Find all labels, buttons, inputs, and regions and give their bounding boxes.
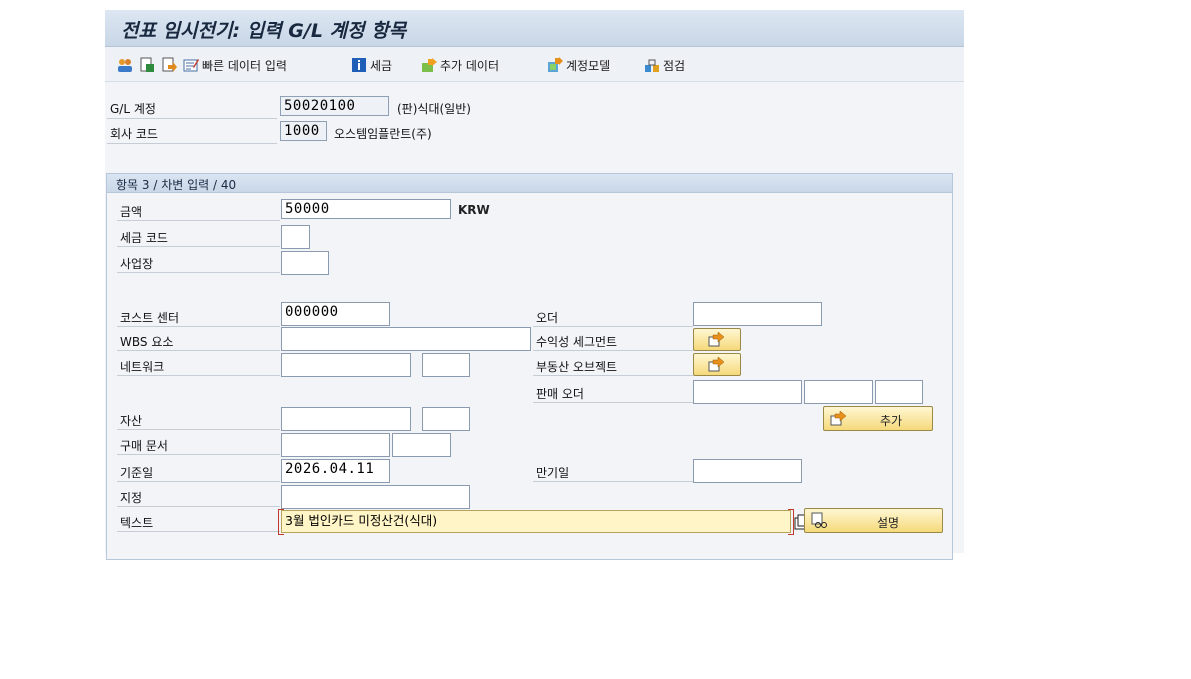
order-field[interactable] bbox=[693, 302, 822, 326]
additional-data-icon bbox=[421, 57, 437, 73]
tax-button[interactable]: 세금 bbox=[351, 56, 392, 74]
due-date-field[interactable] bbox=[693, 459, 802, 483]
divider bbox=[117, 220, 280, 221]
real-estate-object-label: 부동산 오브젝트 bbox=[536, 360, 618, 374]
gl-account-field[interactable]: 50020100 bbox=[280, 96, 389, 116]
application-toolbar: 빠른 데이터 입력 세금 추가 데이터 계정모델 점검 bbox=[105, 47, 964, 82]
company-code-label: 회사 코드 bbox=[110, 127, 158, 141]
profitability-segment-label: 수익성 세그먼트 bbox=[536, 335, 618, 349]
divider bbox=[107, 143, 277, 144]
sales-order-field[interactable] bbox=[693, 380, 802, 404]
glasses-document-icon bbox=[811, 512, 827, 528]
edit-arrow-icon bbox=[708, 356, 724, 372]
business-place-field[interactable] bbox=[281, 251, 329, 275]
group-title: 항목 3 / 차변 입력 / 40 bbox=[116, 178, 237, 192]
cost-center-field[interactable]: 000000 bbox=[281, 302, 390, 326]
long-text-label: 설명 bbox=[877, 516, 900, 530]
divider bbox=[533, 402, 693, 403]
network-activity-field[interactable] bbox=[422, 353, 470, 377]
sales-order-item-field[interactable] bbox=[804, 380, 873, 404]
divider bbox=[117, 454, 280, 455]
edit-arrow-icon bbox=[830, 410, 846, 426]
info-icon bbox=[351, 57, 367, 73]
more-button[interactable]: 추가 bbox=[823, 406, 933, 431]
text-label: 텍스트 bbox=[120, 516, 154, 530]
additional-data-label: 추가 데이터 bbox=[440, 58, 500, 73]
divider bbox=[117, 481, 280, 482]
asset-label: 자산 bbox=[120, 414, 143, 428]
divider bbox=[533, 326, 693, 327]
wbs-element-field[interactable] bbox=[281, 327, 531, 351]
title-bar: 전표 임시전기: 입력 G/L 계정 항목 bbox=[105, 10, 964, 47]
purchase-document-label: 구매 문서 bbox=[120, 439, 168, 453]
wbs-element-label: WBS 요소 bbox=[120, 335, 174, 349]
divider bbox=[533, 375, 693, 376]
check-button[interactable]: 점검 bbox=[644, 56, 685, 74]
baseline-date-label: 기준일 bbox=[120, 466, 154, 480]
divider bbox=[117, 531, 280, 532]
document-hold-icon bbox=[139, 57, 155, 73]
divider bbox=[533, 350, 693, 351]
real-estate-object-button[interactable] bbox=[693, 353, 741, 376]
fast-entry-icon bbox=[183, 57, 199, 73]
business-place-label: 사업장 bbox=[120, 257, 154, 271]
purchase-item-field[interactable] bbox=[392, 433, 451, 457]
assignment-label: 지정 bbox=[120, 491, 143, 505]
due-date-label: 만기일 bbox=[536, 466, 570, 480]
divider bbox=[117, 350, 280, 351]
sales-order-schedule-field[interactable] bbox=[875, 380, 923, 404]
divider bbox=[107, 118, 277, 119]
divider bbox=[117, 326, 280, 327]
amount-field[interactable]: 50000 bbox=[281, 199, 451, 219]
tax-label: 세금 bbox=[370, 58, 393, 73]
asset-subnumber-field[interactable] bbox=[422, 407, 470, 431]
item-group-box: 항목 3 / 차변 입력 / 40 금액 50000 KRW 세금 코드 사업장… bbox=[106, 173, 953, 560]
account-model-button[interactable]: 계정모델 bbox=[547, 56, 610, 74]
divider bbox=[117, 246, 280, 247]
divider bbox=[117, 429, 280, 430]
company-code-description: 오스템임플란트(주) bbox=[334, 127, 432, 141]
group-header: 항목 3 / 차변 입력 / 40 bbox=[107, 174, 952, 193]
hold-button[interactable] bbox=[139, 56, 155, 74]
sales-order-label: 판매 오더 bbox=[536, 387, 584, 401]
assignment-field[interactable] bbox=[281, 485, 470, 509]
tree-on-button[interactable] bbox=[117, 56, 133, 74]
asset-field[interactable] bbox=[281, 407, 411, 431]
gl-account-label: G/L 계정 bbox=[110, 102, 156, 116]
park-button[interactable] bbox=[161, 56, 177, 74]
company-code-field[interactable]: 1000 bbox=[280, 121, 327, 141]
baseline-date-field[interactable]: 2026.04.11 bbox=[281, 459, 390, 483]
tax-code-field[interactable] bbox=[281, 225, 310, 249]
network-label: 네트워크 bbox=[120, 360, 165, 374]
text-field[interactable]: 3월 법인카드 미정산건(식대) bbox=[281, 510, 791, 533]
additional-data-button[interactable]: 추가 데이터 bbox=[421, 56, 499, 74]
sap-screen: 전표 임시전기: 입력 G/L 계정 항목 빠른 데이터 입력 세금 추가 데이… bbox=[105, 10, 964, 560]
fast-data-entry-label: 빠른 데이터 입력 bbox=[202, 58, 287, 73]
account-model-label: 계정모델 bbox=[566, 58, 611, 73]
network-field[interactable] bbox=[281, 353, 411, 377]
cost-center-label: 코스트 센터 bbox=[120, 311, 180, 325]
purchase-document-field[interactable] bbox=[281, 433, 390, 457]
page-title: 전표 임시전기: 입력 G/L 계정 항목 bbox=[121, 20, 407, 42]
divider bbox=[117, 506, 280, 507]
check-icon bbox=[644, 57, 660, 73]
long-text-button[interactable]: 설명 bbox=[804, 508, 943, 533]
gl-account-description: (판)식대(일반) bbox=[397, 102, 471, 116]
divider bbox=[117, 272, 280, 273]
tax-code-label: 세금 코드 bbox=[120, 231, 168, 245]
divider bbox=[117, 375, 280, 376]
currency-label: KRW bbox=[458, 203, 490, 217]
profitability-segment-button[interactable] bbox=[693, 328, 741, 351]
divider bbox=[533, 481, 693, 482]
fast-data-entry-button[interactable]: 빠른 데이터 입력 bbox=[183, 56, 287, 74]
document-arrow-icon bbox=[161, 57, 177, 73]
edit-arrow-icon bbox=[708, 331, 724, 347]
account-model-icon bbox=[547, 57, 563, 73]
order-label: 오더 bbox=[536, 311, 559, 325]
more-label: 추가 bbox=[880, 414, 903, 428]
check-label: 점검 bbox=[663, 58, 686, 73]
people-tree-icon bbox=[117, 57, 133, 73]
amount-label: 금액 bbox=[120, 205, 143, 219]
